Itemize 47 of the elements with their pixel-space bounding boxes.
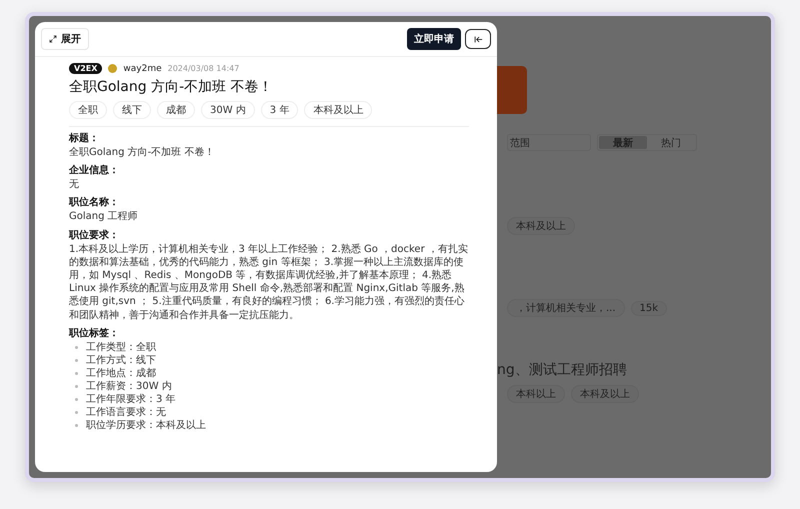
collapse-icon [474,34,482,44]
expand-button[interactable]: 展开 [41,28,89,50]
apply-button[interactable]: 立即申请 [407,28,461,50]
job-tag: 30W 内 [201,101,255,119]
avatar-icon [108,64,118,73]
list-item: 工作语言要求：无 [86,406,166,420]
list-item: 职位学历要求：本科及以上 [86,418,206,432]
section-text: 无 [69,178,80,192]
job-tag: 本科及以上 [507,217,575,235]
post-title: 全职Golang 方向-不加班 不卷！ [69,78,274,96]
section-heading: 企业信息： [69,164,120,178]
bullet-icon [75,424,78,427]
job-tag: 全职 [69,101,107,119]
list-item: 工作方式：线下 [86,354,156,368]
section-heading: 职位要求： [69,228,120,242]
job-tag: 本科以上 [507,385,565,403]
section-heading: 职位名称： [69,196,120,210]
job-tag: 本科及以上 [571,385,639,403]
list-item: 工作类型：全职 [86,340,156,354]
bullet-icon [75,372,78,375]
bullet-icon [75,384,78,388]
section-text: 全职Golang 方向-不加班 不卷！ [69,146,216,160]
list-item: 工作年限要求：3 年 [86,392,176,406]
bullet-icon [75,410,78,414]
post-date: 2024/03/08 14:47 [168,64,240,73]
sort-tab[interactable]: 最新 [599,136,647,149]
bullet-icon [75,346,78,349]
list-item: 工作地点：成都 [86,366,156,380]
job-tag: 本科及以上 [304,101,372,119]
job-tag: 成都 [157,101,195,119]
job-tag: 线下 [113,101,151,119]
section-text: 1.本科及以上学历，计算机相关专业，3 年以上工作经验； 2.熟悉 Go ，docker ，有扎实的数据和算法基础，优秀的代码能力，熟悉 gin 等框架； 3.掌握一种以上主流数据库的使用，如 Mysql 、Redis 、MongoDB 等，有数据库调优经验,并了解基本原理； 4.熟悉 Linux 操作系统的配置与应用及常用 Shell 命令,熟悉部署和配置 Nginx,Gitlab 等服务,熟悉使用 git,svn ； 5.注重代码质量，有良好的编程习惯； 6.学习能力强，有强烈的责任心和团队精神，善于沟通和合作并具备一定抗压能力。 [69,242,469,322]
expand-icon [49,35,57,43]
list-item: 工作薪资：30W 内 [86,380,172,394]
section-heading: 职位标签： [69,326,120,340]
section-heading: 标题： [69,132,100,145]
job-tag: 3 年 [260,101,298,119]
salary-tag: 15k [630,300,668,316]
collapse-button[interactable] [465,29,491,49]
search-field[interactable]: 范围 [507,134,591,151]
bullet-icon [75,358,78,362]
bullet-icon [75,398,78,401]
job-tag: ，计算机相关专业，... [507,299,625,317]
author-name: way2me [123,64,162,74]
job-title: ng、测试工程师招聘 [497,361,628,379]
section-text: Golang 工程师 [69,210,139,224]
source-badge: V2EX [69,63,102,74]
